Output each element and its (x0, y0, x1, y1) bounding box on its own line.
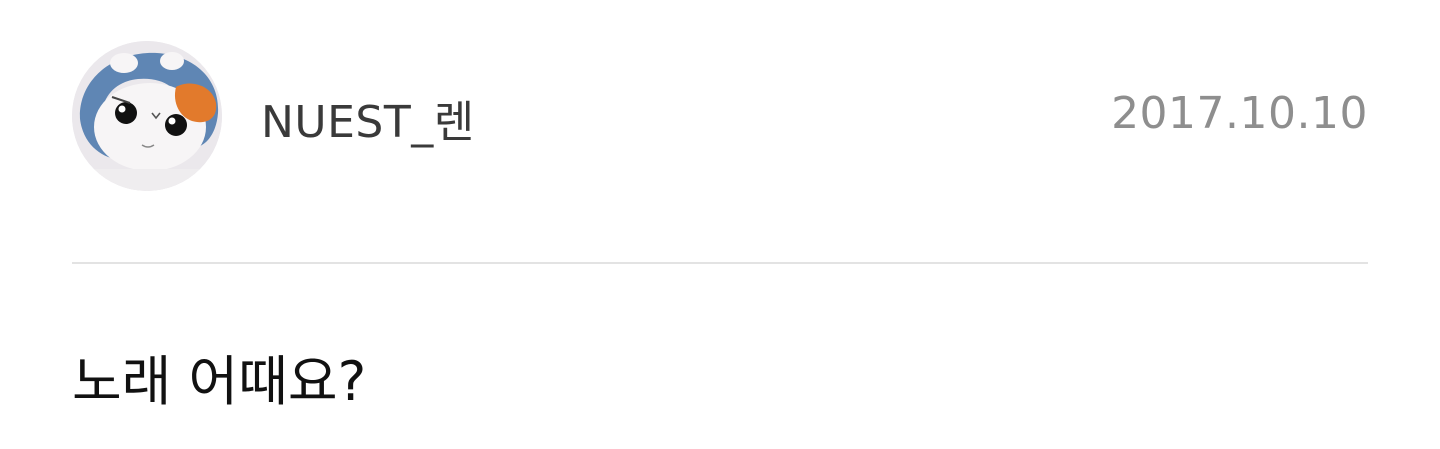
post-card: NUEST_렌 2017.10.10 노래 어때요? (0, 0, 1440, 449)
avatar[interactable] (72, 41, 222, 191)
post-body-text: 노래 어때요? (72, 350, 367, 413)
hamster-avatar-icon (72, 41, 222, 191)
author-name[interactable]: NUEST_렌 (261, 95, 475, 151)
post-header: NUEST_렌 2017.10.10 (72, 41, 1368, 191)
divider (72, 262, 1368, 264)
post-date: 2017.10.10 (1111, 88, 1368, 139)
